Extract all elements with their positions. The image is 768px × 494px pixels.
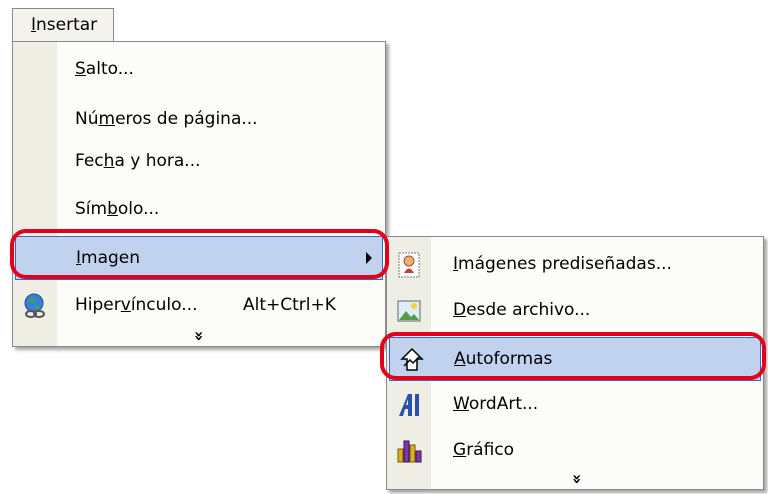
submenu-item-autoformas[interactable]: Autoformas bbox=[389, 337, 761, 381]
globe-link-icon bbox=[21, 292, 49, 320]
menu-insertar-title[interactable]: Insertar bbox=[12, 8, 114, 42]
submenu-item-label: Desde archivo... bbox=[453, 300, 591, 320]
expand-chevron-icon[interactable]: » bbox=[568, 474, 587, 484]
submenu-item-label: Gráfico bbox=[453, 440, 515, 460]
menu-item-imagen[interactable]: Imagen bbox=[15, 236, 383, 280]
menu-item-simbolo[interactable]: Símbolo... bbox=[13, 188, 385, 232]
menu-item-label: Fecha y hora... bbox=[75, 151, 201, 171]
submenu-item-label: Autoformas bbox=[454, 349, 553, 369]
menu-item-label: Números de página... bbox=[75, 109, 258, 129]
menu-item-salto[interactable]: Salto... bbox=[13, 48, 385, 92]
submenu-item-label: Imágenes prediseñadas... bbox=[453, 254, 672, 274]
menu-item-label: Hipervínculo... bbox=[75, 295, 198, 315]
menu-item-label: Salto... bbox=[75, 59, 134, 79]
menu-item-fecha-y-hora[interactable]: Fecha y hora... bbox=[13, 140, 385, 184]
chart-icon bbox=[395, 437, 423, 465]
submenu-item-imagenes-prediseñadas[interactable]: Imágenes prediseñadas... bbox=[387, 243, 763, 287]
menu-item-hipervinculo[interactable]: Hipervínculo... Alt+Ctrl+K bbox=[13, 284, 385, 328]
submenu-item-label: WordArt... bbox=[453, 394, 539, 414]
picture-from-file-icon bbox=[395, 297, 423, 325]
menu-item-shortcut: Alt+Ctrl+K bbox=[243, 295, 336, 315]
expand-chevron-icon[interactable]: » bbox=[190, 331, 209, 341]
imagen-submenu: Imágenes prediseñadas... Desde archivo..… bbox=[386, 236, 764, 490]
submenu-item-desde-archivo[interactable]: Desde archivo... bbox=[387, 289, 763, 333]
submenu-item-wordart[interactable]: WordArt... bbox=[387, 383, 763, 427]
menu-item-numeros-de-pagina[interactable]: Números de página... bbox=[13, 98, 385, 142]
menu-title-rest: nsertar bbox=[36, 15, 98, 35]
clipart-icon bbox=[395, 251, 423, 279]
menu-item-label: Símbolo... bbox=[75, 199, 160, 219]
menu-item-label: Imagen bbox=[76, 248, 141, 268]
submenu-item-grafico[interactable]: Gráfico bbox=[387, 429, 763, 473]
submenu-arrow-icon bbox=[366, 252, 372, 264]
insert-menu: Salto... Números de página... Fecha y ho… bbox=[12, 41, 386, 347]
wordart-icon bbox=[395, 391, 423, 419]
autoshapes-icon bbox=[398, 346, 426, 374]
